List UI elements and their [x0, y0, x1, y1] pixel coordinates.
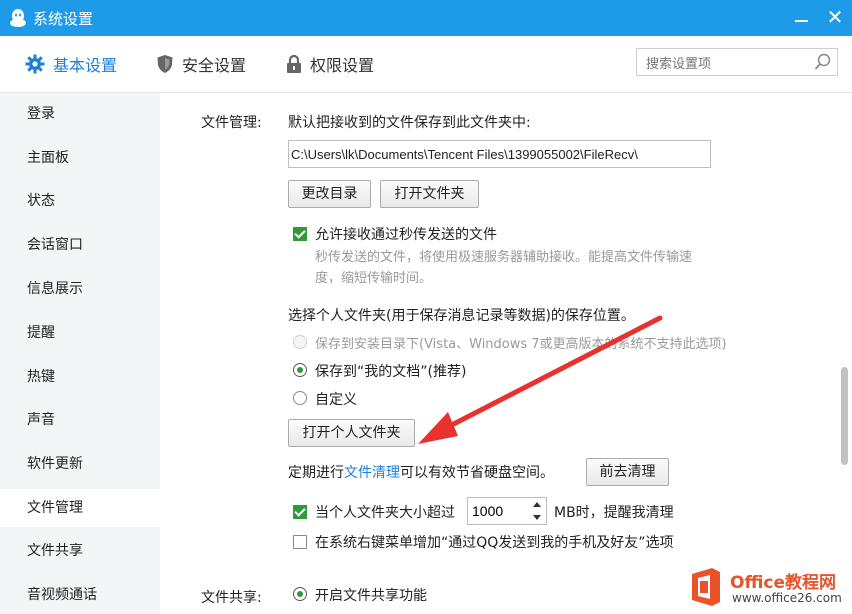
tab-permission-settings[interactable]: 权限设置: [286, 36, 374, 92]
custom-location-label: 自定义: [315, 392, 357, 408]
file-cleanup-link[interactable]: 文件清理: [344, 465, 400, 481]
tab-basic-settings[interactable]: 基本设置: [25, 36, 117, 92]
allow-instant-transfer-label: 允许接收通过秒传发送的文件: [315, 227, 497, 243]
window-title: 系统设置: [33, 10, 94, 28]
custom-location-radio[interactable]: [293, 391, 307, 405]
watermark-url: www.office26.com: [732, 591, 842, 605]
size-reminder-checkbox[interactable]: [293, 505, 307, 519]
sidebar-item-main-panel[interactable]: 主面板: [0, 139, 160, 177]
close-button[interactable]: ✕: [823, 6, 847, 30]
cleanup-sentence: 定期进行文件清理可以有效节省硬盘空间。: [288, 462, 554, 482]
file-sharing-section-label: 文件共享:: [201, 590, 262, 606]
sidebar-item-reminder[interactable]: 提醒: [0, 314, 160, 352]
size-limit-input[interactable]: [468, 498, 526, 524]
sidebar-item-software-update[interactable]: 软件更新: [0, 445, 160, 483]
change-directory-button[interactable]: 更改目录: [288, 180, 371, 208]
save-to-my-documents-label: 保存到“我的文档”(推荐): [315, 364, 467, 380]
size-limit-spinbox[interactable]: [467, 497, 547, 525]
sidebar-item-hotkeys[interactable]: 热键: [0, 358, 160, 396]
enable-file-sharing-label: 开启文件共享功能: [315, 588, 427, 604]
title-bar: 系统设置 ✕: [0, 0, 852, 36]
save-folder-description: 默认把接收到的文件保存到此文件夹中:: [288, 115, 531, 131]
context-menu-label: 在系统右键菜单增加“通过QQ发送到我的手机及好友”选项: [315, 535, 674, 551]
minimize-button[interactable]: [790, 6, 814, 30]
tab-basic-settings-label: 基本设置: [53, 56, 118, 75]
instant-transfer-hint-line-2: 度，缩短传输时间。: [315, 271, 433, 286]
instant-transfer-hint-line-1: 秒传发送的文件，将使用极速服务器辅助接收。能提高文件传输速: [315, 250, 693, 265]
personal-folder-description: 选择个人文件夹(用于保存消息记录等数据)的保存位置。: [288, 308, 635, 324]
search-icon[interactable]: [814, 53, 832, 71]
sidebar-item-status[interactable]: 状态: [0, 182, 160, 220]
context-menu-checkbox[interactable]: [293, 535, 307, 549]
office-logo-icon: [692, 568, 720, 606]
enable-file-sharing-radio[interactable]: [293, 587, 307, 601]
sidebar-item-sound[interactable]: 声音: [0, 401, 160, 439]
search-input[interactable]: [644, 50, 808, 76]
size-unit-label: MB时，提醒我清理: [554, 505, 674, 521]
vertical-scrollbar[interactable]: [836, 93, 852, 614]
scrollbar-thumb[interactable]: [841, 367, 848, 465]
lock-icon: [286, 54, 302, 74]
close-icon: ✕: [826, 5, 844, 29]
save-path-input[interactable]: [289, 141, 710, 167]
save-to-my-documents-radio[interactable]: [293, 363, 307, 377]
spin-down-icon[interactable]: [528, 511, 546, 524]
open-personal-folder-button[interactable]: 打开个人文件夹: [288, 419, 415, 447]
open-folder-button[interactable]: 打开文件夹: [380, 180, 479, 208]
sidebar-item-file-management[interactable]: 文件管理: [0, 489, 160, 527]
sidebar-item-file-sharing[interactable]: 文件共享: [0, 532, 160, 570]
save-to-install-dir-radio[interactable]: [293, 335, 307, 349]
cleanup-prefix: 定期进行: [288, 465, 344, 481]
size-reminder-label: 当个人文件夹大小超过: [315, 505, 455, 521]
allow-instant-transfer-checkbox[interactable]: [293, 227, 307, 241]
spin-up-icon[interactable]: [528, 498, 546, 511]
cleanup-suffix: 可以有效节省硬盘空间。: [400, 465, 554, 481]
settings-content: 文件管理: 默认把接收到的文件保存到此文件夹中: 更改目录 打开文件夹 允许接收…: [160, 93, 852, 614]
tab-security-settings[interactable]: 安全设置: [156, 36, 246, 92]
watermark-title: Office教程网: [730, 573, 837, 593]
sidebar-item-login[interactable]: 登录: [0, 95, 160, 133]
shield-icon: [156, 54, 174, 74]
go-cleanup-button[interactable]: 前去清理: [586, 458, 669, 486]
gear-icon: [25, 54, 45, 74]
save-to-install-dir-label: 保存到安装目录下(Vista、Windows 7或更高版本的系统不支持此选项): [315, 337, 727, 352]
sidebar-item-chat-window[interactable]: 会话窗口: [0, 226, 160, 264]
sidebar-item-av-call[interactable]: 音视频通话: [0, 576, 160, 614]
save-path-field[interactable]: [288, 140, 711, 168]
sidebar: 登录 主面板 状态 会话窗口 信息展示 提醒 热键 声音 软件更新 文件管理 文…: [0, 93, 160, 614]
settings-tabbar: 基本设置 安全设置 权限设置: [0, 36, 852, 93]
search-box[interactable]: [636, 48, 838, 76]
tab-permission-settings-label: 权限设置: [310, 56, 375, 75]
qq-penguin-icon: [10, 9, 26, 27]
sidebar-item-info-display[interactable]: 信息展示: [0, 270, 160, 308]
tab-security-settings-label: 安全设置: [182, 56, 247, 75]
file-management-section-label: 文件管理:: [201, 115, 262, 131]
office-tutorial-watermark: Office教程网 www.office26.com: [686, 560, 852, 614]
